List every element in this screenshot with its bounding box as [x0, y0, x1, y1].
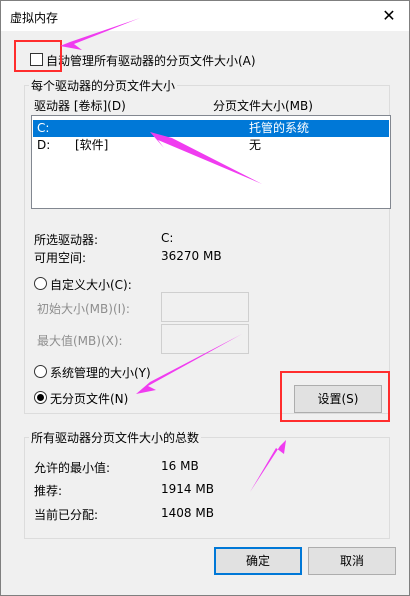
- arrow-to-no-paging-icon: [136, 334, 242, 394]
- arrow-to-set-button-icon: [250, 440, 286, 492]
- arrow-to-drive-list-icon: [150, 132, 262, 184]
- annotation-arrows: [60, 18, 286, 492]
- arrow-to-checkbox-icon: [60, 18, 140, 50]
